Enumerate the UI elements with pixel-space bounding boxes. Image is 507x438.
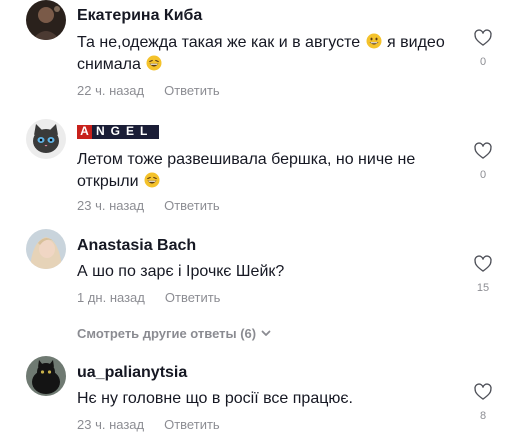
avatar-image bbox=[26, 229, 66, 269]
avatar[interactable] bbox=[26, 356, 66, 396]
like-button[interactable]: 8 bbox=[472, 382, 494, 422]
comment-time: 22 ч. назад bbox=[77, 83, 145, 98]
laughing-face-emoji-icon bbox=[144, 172, 160, 188]
like-button[interactable]: 0 bbox=[472, 141, 494, 181]
comment-text: Та не,одежда такая же как и в августе я … bbox=[77, 32, 457, 76]
like-count: 0 bbox=[479, 169, 487, 181]
comment-text-part: Нє ну головне що в росії все працює. bbox=[77, 390, 353, 407]
comment-meta: 22 ч. назад Ответить bbox=[77, 83, 220, 98]
avatar-image bbox=[26, 119, 66, 159]
avatar-image bbox=[26, 356, 66, 396]
heart-outline-icon bbox=[474, 142, 492, 159]
comment-username[interactable]: Екатерина Киба bbox=[77, 7, 202, 25]
heart-outline-icon bbox=[474, 383, 492, 400]
comment-time: 1 дн. назад bbox=[77, 290, 145, 305]
comment-meta: 1 дн. назад Ответить bbox=[77, 290, 220, 305]
username-rest: NGEL bbox=[96, 124, 154, 138]
avatar[interactable] bbox=[26, 0, 66, 40]
avatar-image bbox=[26, 0, 66, 40]
comment-time: 23 ч. назад bbox=[77, 417, 145, 432]
comment-text: А шо по зарє і Ірочкє Шейк? bbox=[77, 261, 457, 283]
chevron-down-icon bbox=[261, 330, 271, 336]
reply-button[interactable]: Ответить bbox=[165, 290, 221, 305]
comment-text-part: Летом тоже развешивала бершка, но ниче н… bbox=[77, 151, 416, 190]
comment-text-part: Та не,одежда такая же как и в августе bbox=[77, 34, 365, 51]
grinning-face-emoji-icon bbox=[366, 33, 382, 49]
like-count: 15 bbox=[476, 282, 490, 294]
comment-meta: 23 ч. назад Ответить bbox=[77, 417, 220, 432]
comment-time: 23 ч. назад bbox=[77, 198, 145, 213]
view-more-replies-label: Смотреть другие ответы (6) bbox=[77, 326, 257, 341]
heart-outline-icon bbox=[474, 29, 492, 46]
like-count: 0 bbox=[479, 56, 487, 68]
laughing-face-emoji-icon bbox=[146, 55, 162, 71]
comment-username[interactable]: A NGEL bbox=[77, 124, 159, 144]
like-button[interactable]: 15 bbox=[472, 254, 494, 294]
username-letter: A bbox=[80, 124, 89, 138]
comment-username[interactable]: ua_palianytsia bbox=[77, 364, 187, 382]
comment-text: Летом тоже развешивала бершка, но ниче н… bbox=[77, 149, 457, 193]
comment-text: Нє ну головне що в росії все працює. bbox=[77, 388, 457, 410]
avatar[interactable] bbox=[26, 229, 66, 269]
comment-meta: 23 ч. назад Ответить bbox=[77, 198, 220, 213]
heart-outline-icon bbox=[474, 255, 492, 272]
view-more-replies-button[interactable]: Смотреть другие ответы (6) bbox=[77, 326, 272, 341]
avatar[interactable] bbox=[26, 119, 66, 159]
reply-button[interactable]: Ответить bbox=[164, 417, 220, 432]
reply-button[interactable]: Ответить bbox=[164, 198, 220, 213]
like-count: 8 bbox=[479, 410, 487, 422]
reply-button[interactable]: Ответить bbox=[164, 83, 220, 98]
like-button[interactable]: 0 bbox=[472, 28, 494, 68]
comment-username[interactable]: Anastasia Bach bbox=[77, 237, 196, 255]
comment-text-part: А шо по зарє і Ірочкє Шейк? bbox=[77, 263, 285, 280]
